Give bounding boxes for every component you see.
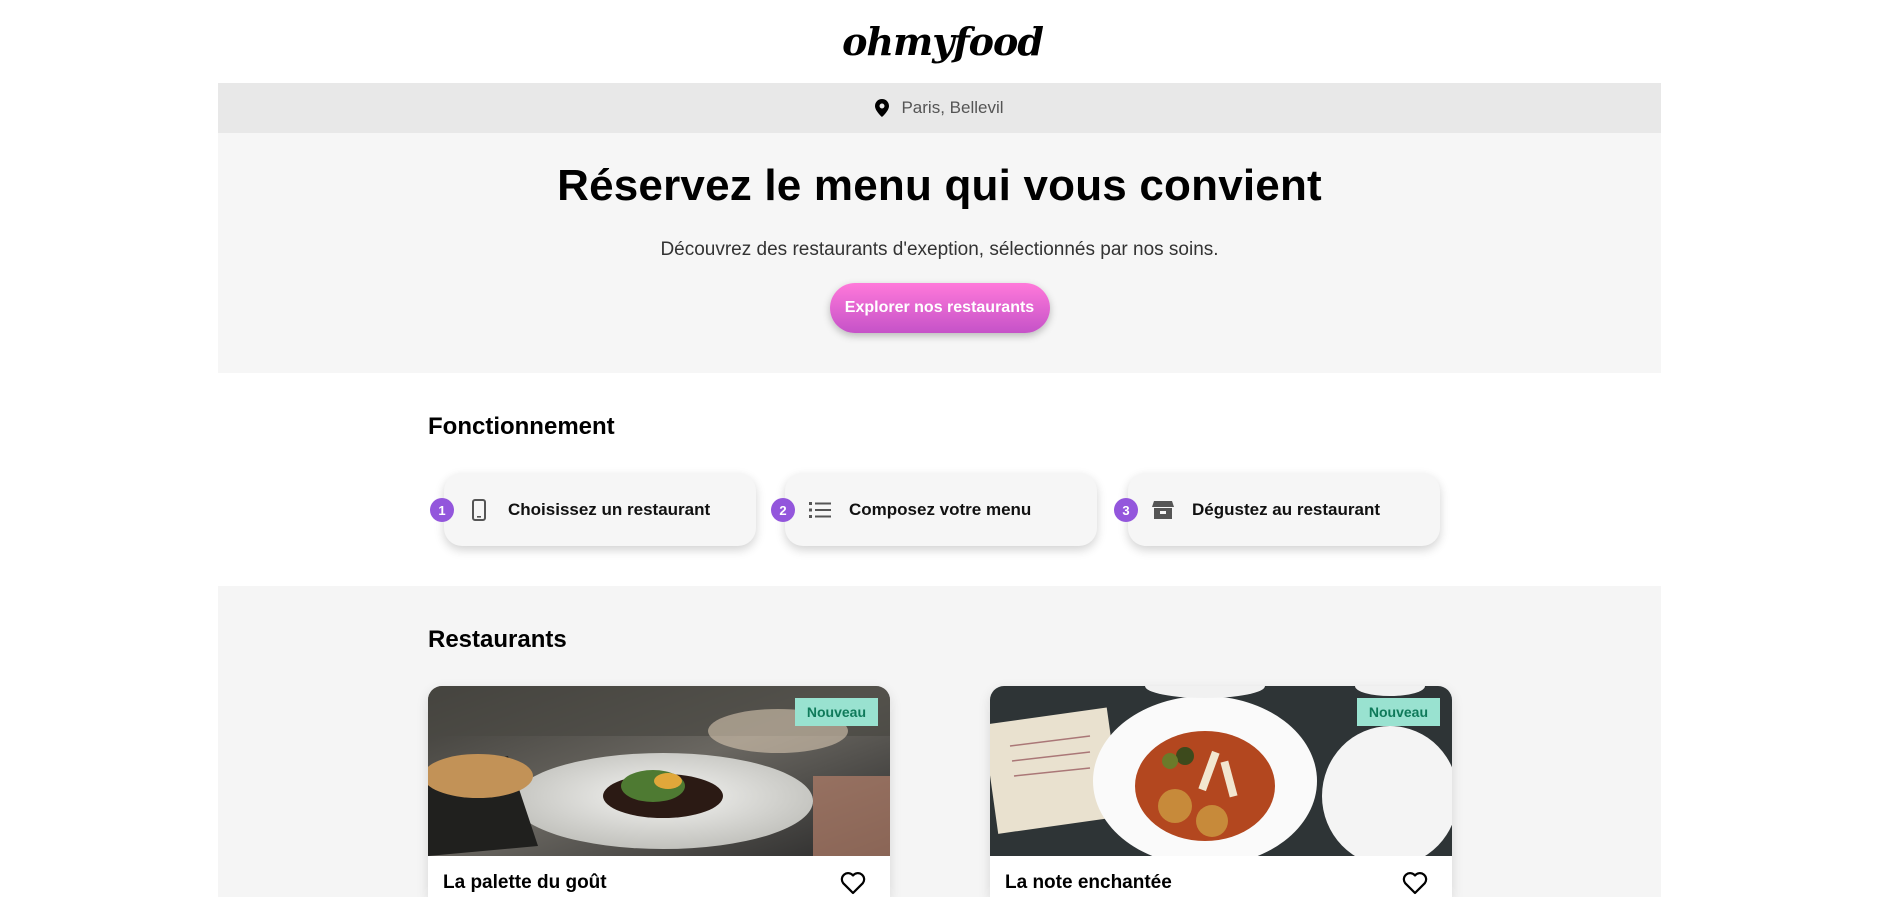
location-bar[interactable]: Paris, Bellevil	[218, 83, 1661, 133]
restaurant-card[interactable]: Nouveau La note enchantée	[990, 686, 1452, 897]
restaurant-name: La palette du goût	[443, 872, 607, 893]
hero-section: Réservez le menu qui vous convient Décou…	[218, 133, 1661, 373]
location-text: Paris, Bellevil	[901, 98, 1004, 117]
new-badge: Nouveau	[794, 698, 878, 726]
restaurant-name: La note enchantée	[1005, 872, 1172, 893]
step-card-3: 3 Dégustez au restaurant	[1114, 473, 1440, 546]
step-card-1: 1 Choisissez un restaurant	[430, 473, 756, 546]
mobile-phone-icon	[468, 498, 490, 521]
explore-restaurants-button[interactable]: Explorer nos restaurants	[829, 283, 1050, 333]
site-logo[interactable]: ohmyfood	[842, 19, 1044, 64]
restaurants-title: Restaurants	[428, 626, 567, 653]
store-icon	[1152, 499, 1174, 521]
restaurant-card[interactable]: Nouveau La palette du goût	[428, 686, 890, 897]
step-number-badge: 1	[430, 498, 454, 522]
site-header: ohmyfood	[0, 0, 1885, 83]
new-badge: Nouveau	[1356, 698, 1440, 726]
heart-icon[interactable]	[840, 871, 866, 895]
how-it-works-title: Fonctionnement	[428, 413, 615, 440]
step-label: Dégustez au restaurant	[1192, 499, 1380, 519]
step-label: Composez votre menu	[849, 499, 1032, 519]
step-number-badge: 2	[771, 498, 795, 522]
heart-icon[interactable]	[1402, 871, 1428, 895]
map-pin-icon	[875, 99, 890, 117]
step-label: Choisissez un restaurant	[508, 499, 711, 519]
list-icon	[809, 499, 831, 521]
hero-subtitle: Découvrez des restaurants d'exeption, sé…	[660, 239, 1219, 260]
step-number-badge: 3	[1114, 498, 1138, 522]
hero-title: Réservez le menu qui vous convient	[557, 161, 1322, 210]
step-card-2: 2 Composez votre menu	[771, 473, 1097, 546]
